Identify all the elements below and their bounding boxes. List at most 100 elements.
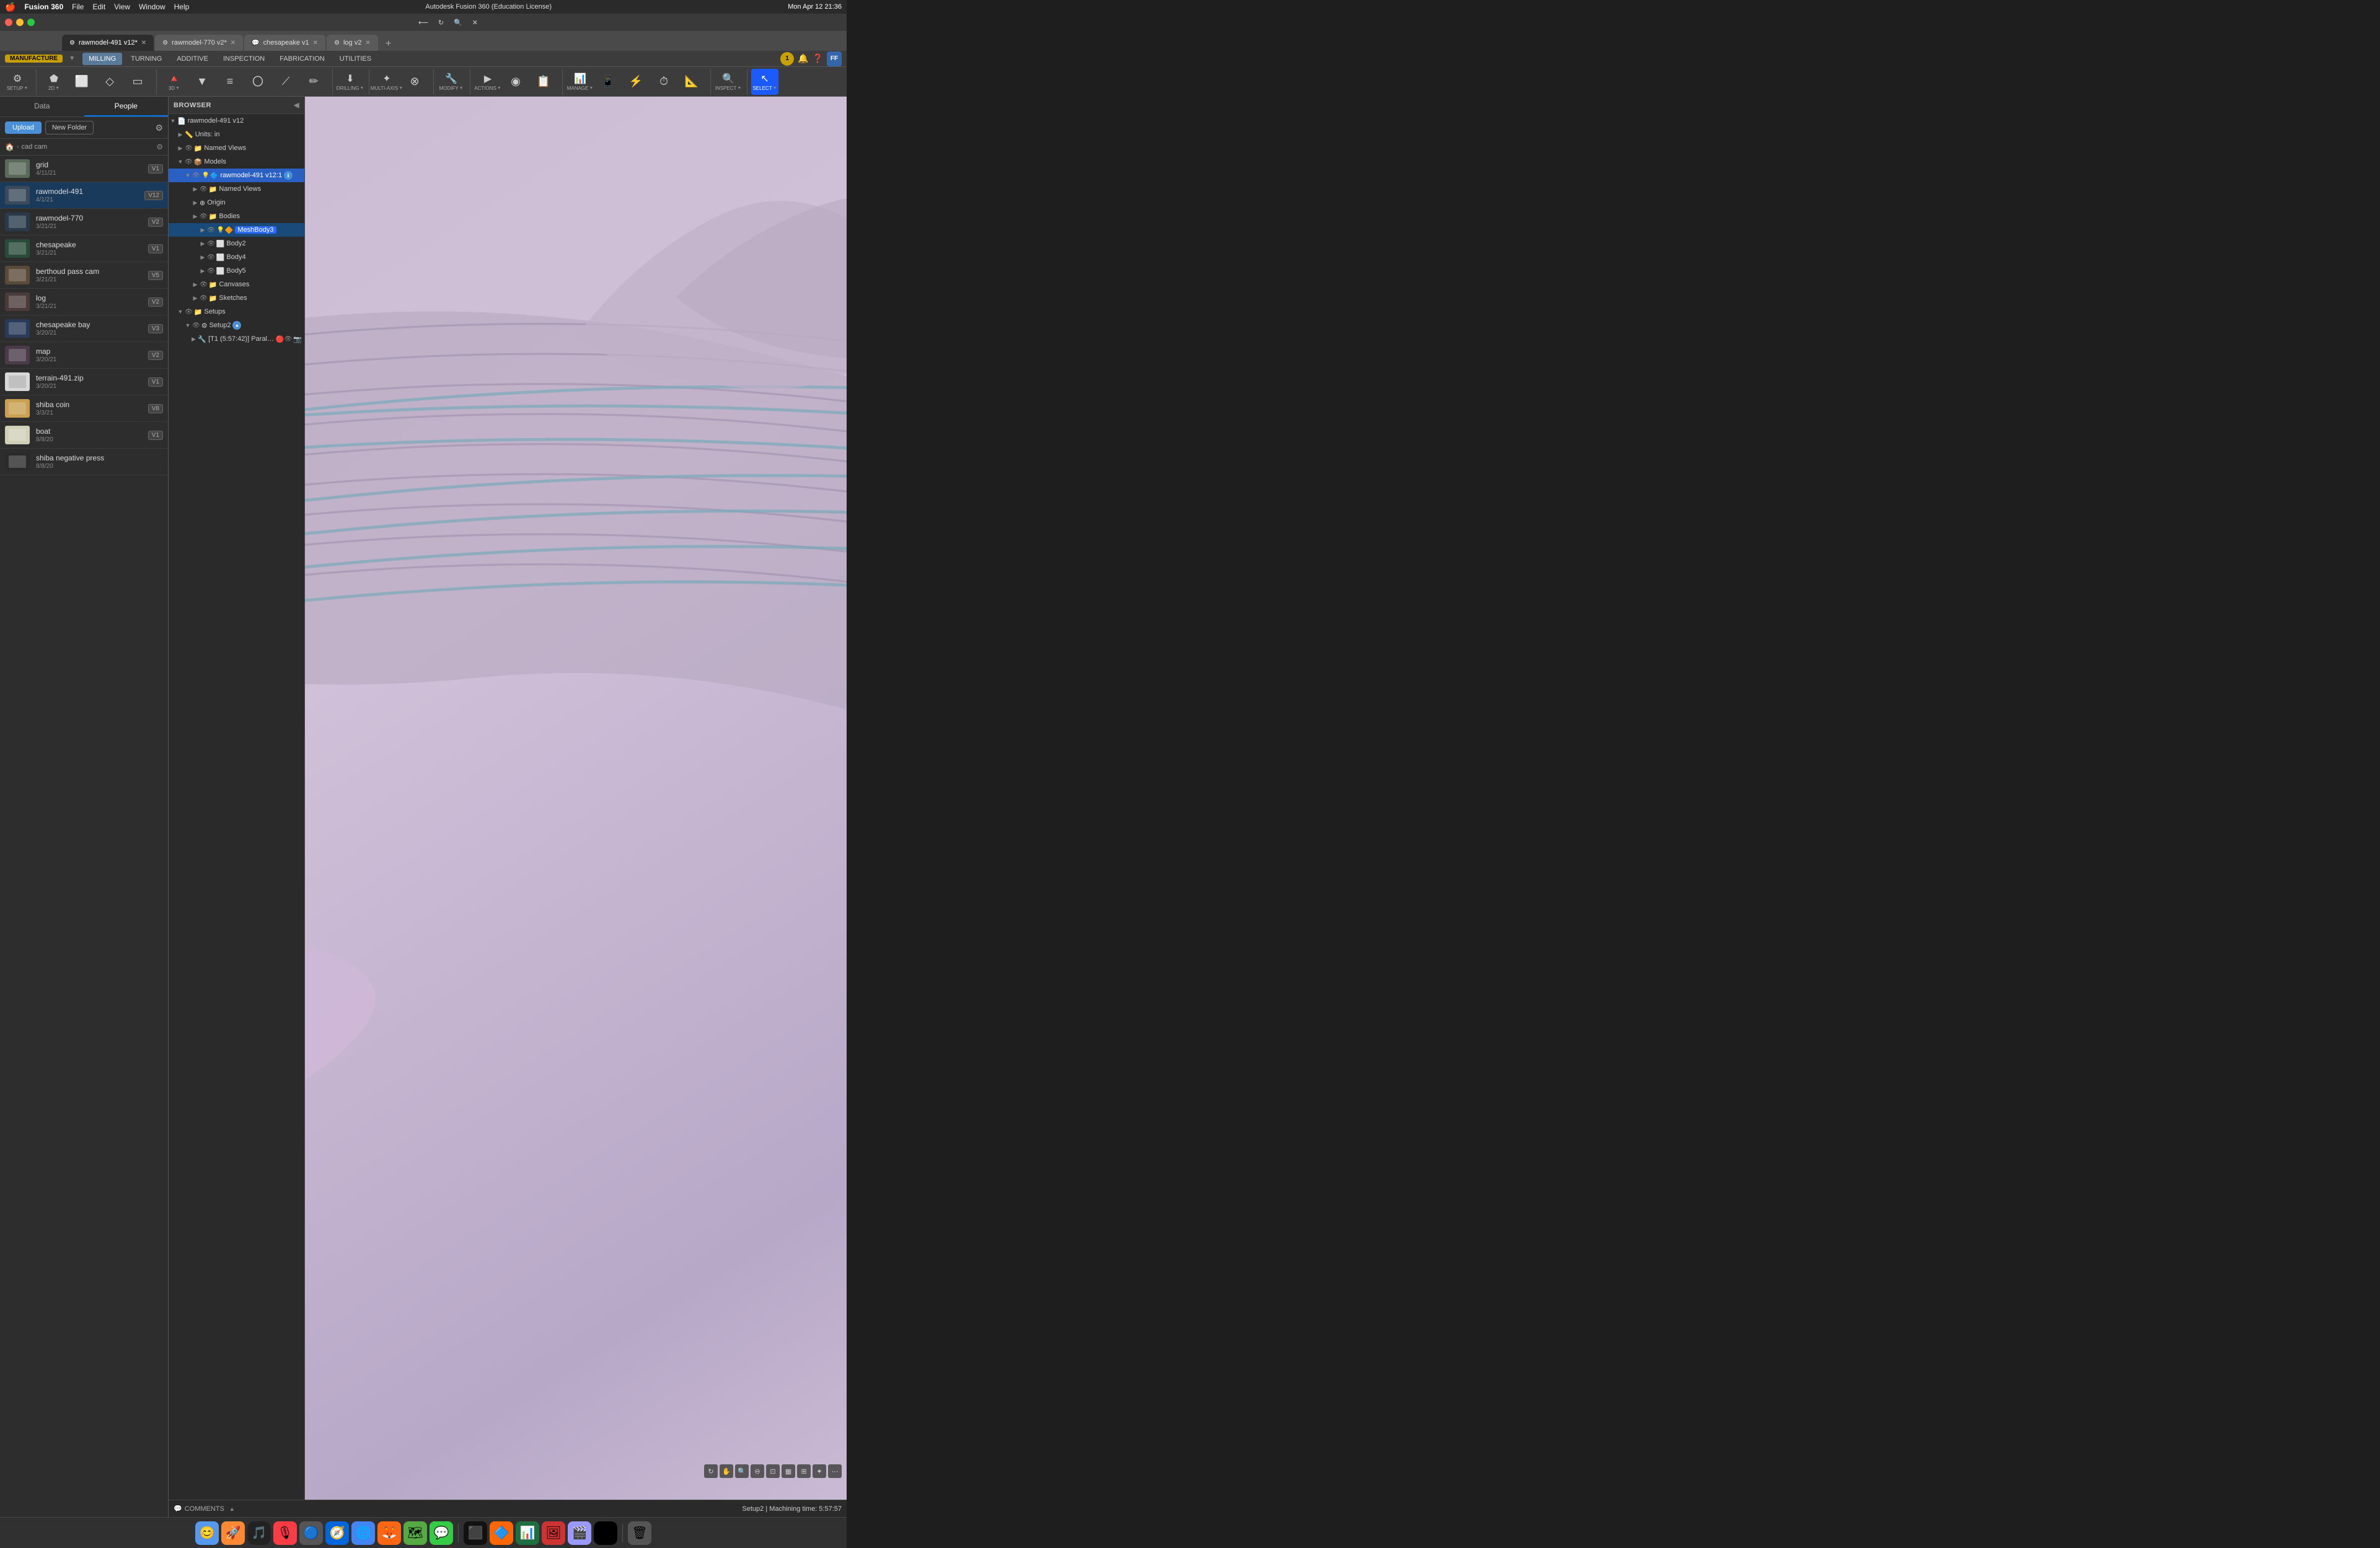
tree-node[interactable]: ▼ 📄 rawmodel-491 v12: [169, 114, 304, 128]
list-item[interactable]: boat 8/8/20 V1: [0, 422, 168, 449]
visibility-icon[interactable]: 👁: [185, 145, 193, 152]
toolbar-tab-milling[interactable]: MILLING: [82, 53, 122, 65]
tree-expand-icon[interactable]: ▶: [191, 294, 200, 302]
info-badge[interactable]: ℹ: [284, 171, 293, 180]
actions-btn[interactable]: ▶ ACTIONS▼: [474, 69, 501, 95]
light-bulb-icon[interactable]: 💡: [201, 171, 210, 180]
manage-3[interactable]: ⚡: [622, 69, 650, 95]
toolbar-tab-additive[interactable]: ADDITIVE: [170, 53, 214, 65]
tree-node[interactable]: ▶ 👁 📁 Named Views: [169, 141, 304, 155]
2d-bore[interactable]: ◇: [96, 69, 123, 95]
dock-terminal[interactable]: ⬛: [464, 1521, 487, 1545]
tab-add-button[interactable]: +: [382, 37, 395, 51]
list-item[interactable]: shiba negative press 8/8/20: [0, 449, 168, 475]
user-avatar[interactable]: FF: [827, 51, 842, 66]
tree-node[interactable]: ▼ 👁 ⚙ Setup2 ●: [169, 319, 304, 332]
sidebar-tab-data[interactable]: Data: [0, 97, 84, 117]
manage-btn[interactable]: 📊 MANAGE▼: [566, 69, 594, 95]
list-item[interactable]: map 3/20/21 V2: [0, 342, 168, 369]
visibility-icon[interactable]: 👁: [200, 295, 208, 302]
notification-badge[interactable]: 1: [780, 52, 794, 66]
list-item[interactable]: chesapeake bay 3/20/21 V3: [0, 315, 168, 342]
tab-log[interactable]: ⚙ log v2 ✕: [327, 35, 378, 51]
visibility-icon[interactable]: 👁: [185, 309, 193, 315]
actions-2[interactable]: ◉: [502, 69, 529, 95]
dock-photos[interactable]: 🖼: [542, 1521, 565, 1545]
tab-chesapeake[interactable]: 💬 chesapeake v1 ✕: [244, 35, 325, 51]
apple-menu[interactable]: 🍎: [5, 2, 15, 12]
tree-node[interactable]: ▼ 👁 📦 Models: [169, 155, 304, 169]
settings-icon[interactable]: ⚙: [155, 123, 163, 133]
dock-maps[interactable]: 🗺: [403, 1521, 427, 1545]
list-item[interactable]: shiba coin 3/3/21 V8: [0, 395, 168, 422]
list-item[interactable]: rawmodel-770 3/21/21 V2: [0, 209, 168, 235]
tree-expand-icon[interactable]: ▶: [198, 239, 207, 248]
dock-podcasts[interactable]: 🎙: [273, 1521, 297, 1545]
close-workspace[interactable]: ✕: [472, 19, 478, 27]
3d-pocket[interactable]: ▼: [188, 69, 216, 95]
tree-node[interactable]: ▶ 🔧 [T1 (5:57:42)] Paral… 🔴👁📷: [169, 332, 304, 346]
viewport-3d[interactable]: RIGHT X Y Z ↻ ✋ 🔍 ⊖ ⊡: [305, 97, 847, 1500]
nav-back[interactable]: ⟵: [418, 19, 428, 27]
tree-node[interactable]: ▶ 👁 ⬜ Body5: [169, 264, 304, 278]
tree-node[interactable]: ▶ 👁 💡 🔶 MeshBody3: [169, 223, 304, 237]
tab-close-4[interactable]: ✕: [365, 40, 370, 46]
tree-expand-icon[interactable]: ▶: [176, 130, 185, 139]
tree-expand-icon[interactable]: ▶: [198, 253, 207, 262]
list-item[interactable]: chesapeake 3/21/21 V1: [0, 235, 168, 262]
dock-trash[interactable]: 🗑: [628, 1521, 651, 1545]
tree-node[interactable]: ▶ ⊕ Origin: [169, 196, 304, 209]
3d-adaptive[interactable]: 🔺 3D▼: [161, 69, 188, 95]
zoom-out-btn[interactable]: ⊖: [751, 1464, 764, 1478]
visibility-icon[interactable]: 👁: [192, 172, 200, 179]
tree-expand-icon[interactable]: ▶: [189, 335, 198, 343]
tree-node[interactable]: ▶ 👁 📁 Bodies: [169, 209, 304, 223]
dock-firefox[interactable]: 🦊: [377, 1521, 401, 1545]
dock-messages[interactable]: 💬: [430, 1521, 453, 1545]
modify-btn[interactable]: 🔧 MODIFY▼: [438, 69, 465, 95]
menu-help[interactable]: Help: [174, 2, 190, 11]
tree-node[interactable]: ▶ 👁 📁 Sketches: [169, 291, 304, 305]
visibility-icon[interactable]: 👁: [192, 322, 200, 329]
new-folder-button[interactable]: New Folder: [45, 121, 94, 134]
effects-btn[interactable]: ✦: [813, 1464, 826, 1478]
breadcrumb-settings[interactable]: ⚙: [156, 143, 163, 151]
visibility-icon[interactable]: 👁: [200, 213, 208, 220]
2d-pocket[interactable]: ⬜: [68, 69, 95, 95]
actions-3[interactable]: 📋: [530, 69, 557, 95]
manage-4[interactable]: ⏱: [650, 69, 677, 95]
visibility-icon[interactable]: 👁: [207, 227, 215, 234]
dock-premiere[interactable]: 🎬: [568, 1521, 591, 1545]
tree-node[interactable]: ▶ 📏 Units: in: [169, 128, 304, 141]
workspace-selector[interactable]: MANUFACTURE ▼: [5, 55, 75, 63]
select-btn[interactable]: ↖ SELECT▼: [751, 69, 778, 95]
tab-close-1[interactable]: ✕: [141, 40, 146, 46]
dock-music[interactable]: 🎵: [247, 1521, 271, 1545]
visibility-icon[interactable]: 👁: [207, 240, 215, 247]
sidebar-tab-people[interactable]: People: [84, 97, 169, 117]
tree-expand-icon[interactable]: ▼: [183, 321, 192, 330]
dock-unknown1[interactable]: 🔵: [299, 1521, 323, 1545]
rotate-view-btn[interactable]: ↻: [704, 1464, 718, 1478]
3d-pencil[interactable]: ✏: [300, 69, 327, 95]
dock-autodesk[interactable]: 🅐: [594, 1521, 617, 1545]
tab-close-2[interactable]: ✕: [231, 40, 236, 46]
nav-refresh[interactable]: ↻: [438, 19, 444, 27]
dock-excel[interactable]: 📊: [516, 1521, 539, 1545]
toolbar-tab-inspection[interactable]: INSPECTION: [217, 53, 271, 65]
tree-node[interactable]: ▶ 👁 📁 Canvases: [169, 278, 304, 291]
fullscreen-button[interactable]: [27, 19, 35, 26]
tree-expand-icon[interactable]: ▶: [191, 212, 200, 221]
manage-5[interactable]: 📐: [678, 69, 705, 95]
inspect-btn[interactable]: 🔍 INSPECT▼: [715, 69, 742, 95]
dock-finder[interactable]: 😊: [195, 1521, 219, 1545]
3d-ramp[interactable]: ⟋: [272, 69, 299, 95]
list-item[interactable]: terrain-491.zip 3/20/21 V1: [0, 369, 168, 395]
tab-close-3[interactable]: ✕: [313, 40, 318, 46]
setup-button[interactable]: ⚙ SETUP ▼: [4, 69, 31, 95]
toolbar-tab-turning[interactable]: TURNING: [125, 53, 168, 65]
list-item[interactable]: rawmodel-491 4/1/21 V12: [0, 182, 168, 209]
dock-fusion360[interactable]: 🔷: [490, 1521, 513, 1545]
visibility-icon[interactable]: 👁: [207, 254, 215, 261]
browser-collapse-btn[interactable]: ◀: [294, 101, 299, 109]
